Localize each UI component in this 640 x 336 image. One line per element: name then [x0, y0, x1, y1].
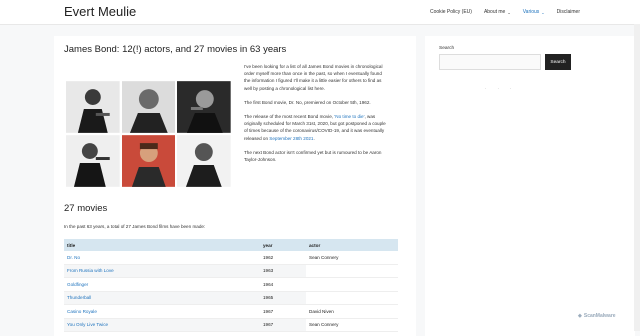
- article-intro: I've been looking for a list of all Jame…: [244, 63, 389, 170]
- movie-title-link[interactable]: Dr. No: [67, 255, 80, 260]
- column-header-actor: actor: [306, 239, 398, 251]
- intro-paragraph: The release of the most recent Bond movi…: [244, 113, 389, 142]
- movie-title-cell: Goldfinger: [64, 277, 260, 292]
- actor-photo: [121, 135, 176, 187]
- loading-dots: · · ·: [485, 86, 517, 91]
- search-label: Search: [439, 46, 455, 51]
- intro-paragraph: The next Bond actor isn't confirmed yet …: [244, 149, 382, 163]
- movie-year-cell: 1967: [260, 304, 306, 319]
- movie-title-link[interactable]: You Only Live Twice: [67, 322, 108, 327]
- scrollbar[interactable]: [634, 24, 640, 331]
- search-button[interactable]: Search: [545, 54, 571, 70]
- intro-paragraph: I've been looking for a list of all Jame…: [244, 64, 383, 91]
- movies-table: title year actor Dr. No 1962 Sean Conner…: [64, 239, 398, 332]
- nav-item-disclaimer[interactable]: Disclaimer: [557, 9, 580, 15]
- movie-actor-cell: [306, 291, 398, 305]
- search-input[interactable]: [439, 54, 541, 70]
- table-row: Thunderball 1965: [64, 291, 398, 305]
- table-row: You Only Live Twice 1967 Sean Connery: [64, 318, 398, 332]
- no-time-to-die-link[interactable]: 'No time to die': [334, 114, 364, 119]
- nav-item-various[interactable]: Various ⌄: [523, 9, 545, 15]
- movie-title-link[interactable]: Casino Royale: [67, 309, 97, 314]
- actor-photo: [177, 135, 231, 187]
- movie-title-cell: Dr. No: [64, 251, 260, 265]
- section-title: 27 movies: [64, 203, 108, 214]
- table-row: Goldfinger 1964: [64, 277, 398, 292]
- table-row: From Russia with Love 1963: [64, 264, 398, 278]
- nav-label: Various: [522, 9, 540, 15]
- actor-photo: [177, 81, 231, 133]
- actor-photo: [121, 81, 176, 133]
- scanmalware-watermark: ◈ ScanMalware: [578, 313, 616, 319]
- release-date-link[interactable]: September 28th 2021: [269, 136, 313, 141]
- section-lead: In the past 63 years, a total of 27 Jame…: [64, 224, 206, 229]
- movie-actor-cell: Sean Connery: [306, 318, 398, 332]
- nav-item-cookie-policy[interactable]: Cookie Policy (EU): [430, 9, 472, 15]
- chevron-down-icon: ⌄: [507, 9, 511, 15]
- nav-item-about-me[interactable]: About me ⌄: [484, 9, 511, 15]
- movie-title-cell: You Only Live Twice: [64, 318, 260, 332]
- shield-icon: ◈: [578, 313, 582, 319]
- movie-year-cell: 1964: [260, 277, 306, 292]
- table-header-row: title year actor: [64, 239, 398, 251]
- movie-title-link[interactable]: Thunderball: [67, 295, 91, 300]
- movie-title-link[interactable]: Goldfinger: [67, 282, 88, 287]
- article-title: James Bond: 12(!) actors, and 27 movies …: [64, 44, 287, 55]
- main-nav: Cookie Policy (EU) About me ⌄ Various ⌄ Di…: [418, 9, 580, 15]
- nav-label: About me: [483, 9, 506, 15]
- column-header-year: year: [260, 239, 306, 251]
- table-row: Dr. No 1962 Sean Connery: [64, 251, 398, 265]
- movie-title-link[interactable]: From Russia with Love: [67, 268, 114, 273]
- movie-year-cell: 1965: [260, 291, 306, 305]
- movie-title-cell: From Russia with Love: [64, 264, 260, 278]
- bond-actors-image: [66, 81, 231, 187]
- movie-title-cell: Casino Royale: [64, 304, 260, 319]
- chevron-down-icon: ⌄: [541, 9, 545, 15]
- site-title[interactable]: Evert Meulie: [64, 4, 136, 19]
- movie-year-cell: 1967: [260, 318, 306, 332]
- movie-actor-cell: David Niven: [306, 304, 398, 319]
- watermark-text: ScanMalware: [583, 313, 616, 319]
- main-content: James Bond: 12(!) actors, and 27 movies …: [54, 36, 416, 336]
- intro-paragraph: The first Bond movie, Dr. No, premiered …: [244, 99, 371, 105]
- sidebar: Search Search · · ·: [425, 36, 635, 336]
- movie-year-cell: 1963: [260, 264, 306, 278]
- movie-actor-cell: Sean Connery: [306, 251, 398, 265]
- table-row: Casino Royale 1967 David Niven: [64, 304, 398, 319]
- intro-text: The release of the most recent Bond movi…: [244, 114, 335, 120]
- nav-label: Disclaimer: [556, 9, 580, 15]
- movie-actor-cell: [306, 277, 398, 292]
- intro-text: .: [313, 135, 315, 141]
- site-header: Evert Meulie Cookie Policy (EU) About me…: [0, 0, 640, 25]
- movie-year-cell: 1962: [260, 251, 306, 265]
- column-header-title: title: [64, 239, 260, 251]
- nav-label: Cookie Policy (EU): [429, 9, 472, 15]
- movie-actor-cell: [306, 264, 398, 278]
- actor-photo: [66, 81, 120, 133]
- movie-title-cell: Thunderball: [64, 291, 260, 305]
- actor-photo: [66, 135, 120, 187]
